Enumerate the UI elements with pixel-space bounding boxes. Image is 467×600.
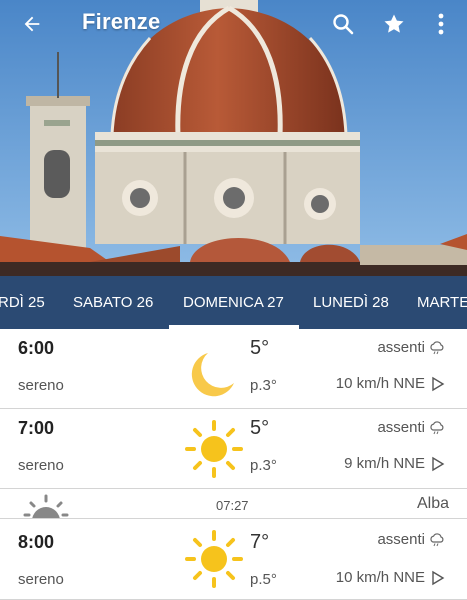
sunrise-icon	[23, 494, 69, 518]
hour-condition: sereno	[18, 457, 64, 474]
hour-row[interactable]: 6:00 sereno 5° p.3° assenti 10 km/h NNE	[0, 329, 467, 409]
wind-value: 10 km/h NNE	[335, 569, 425, 586]
more-options-button[interactable]	[425, 8, 457, 40]
tab-domenica-27[interactable]: DOMENICA 27	[183, 276, 284, 329]
favorite-button[interactable]	[378, 8, 410, 40]
hour-time: 8:00	[18, 532, 55, 552]
hour-wind: 9 km/h NNE	[344, 455, 445, 472]
sun-icon	[185, 530, 243, 588]
app-toolbar: Firenze	[0, 0, 467, 48]
wind-value: 9 km/h NNE	[344, 455, 425, 472]
hour-time: 6:00	[18, 338, 55, 358]
page-title: Firenze	[82, 9, 161, 34]
hour-temperature: 7°	[250, 531, 270, 553]
hour-condition: sereno	[18, 571, 64, 588]
search-icon	[333, 14, 354, 35]
rain-cloud-icon	[430, 532, 444, 546]
hour-precipitation: assenti	[377, 339, 445, 356]
hour-perceived: p.3°	[250, 457, 277, 474]
tab-martedi[interactable]: MARTE	[417, 276, 467, 329]
wind-direction-icon	[432, 570, 445, 585]
hour-precipitation: assenti	[377, 531, 445, 548]
hour-wind: 10 km/h NNE	[336, 569, 445, 586]
search-button[interactable]	[327, 8, 359, 40]
hour-perceived: p.5°	[250, 571, 277, 588]
wind-direction-icon	[432, 456, 445, 471]
back-button[interactable]	[16, 8, 48, 40]
tab-sabato-26[interactable]: SABATO 26	[73, 276, 153, 329]
rain-cloud-icon	[430, 340, 444, 354]
tab-venerdi-25[interactable]: RDÌ 25	[0, 276, 45, 329]
moon-icon	[191, 353, 234, 397]
hour-condition: sereno	[18, 377, 64, 394]
tab-lunedi-28[interactable]: LUNEDÌ 28	[313, 276, 389, 329]
sunrise-row: 07:27 Alba	[0, 489, 467, 519]
hour-temperature: 5°	[250, 337, 270, 359]
precip-value: assenti	[377, 419, 425, 436]
hour-precipitation: assenti	[377, 419, 445, 436]
hour-row[interactable]: 7:00 sereno 5° p.3° assenti 9 km/h NNE	[0, 409, 467, 489]
sunrise-label: Alba	[416, 495, 449, 512]
star-icon	[384, 14, 404, 33]
wind-direction-icon	[432, 376, 445, 391]
back-arrow-icon	[24, 16, 40, 32]
more-vert-icon	[438, 13, 444, 35]
precip-value: assenti	[377, 531, 425, 548]
hour-temperature: 5°	[250, 417, 270, 439]
hour-time: 7:00	[18, 418, 55, 438]
sunrise-time: 07:27	[216, 498, 249, 513]
hour-perceived: p.3°	[250, 377, 277, 394]
wind-value: 10 km/h NNE	[335, 375, 425, 392]
day-tabs: RDÌ 25 SABATO 26 DOMENICA 27 LUNEDÌ 28 M…	[0, 276, 467, 329]
sun-icon	[185, 420, 243, 478]
precip-value: assenti	[377, 339, 425, 356]
rain-cloud-icon	[430, 420, 444, 434]
hour-wind: 10 km/h NNE	[336, 375, 445, 392]
hour-row[interactable]: 8:00 sereno 7° p.5° assenti 10 km/h NNE	[0, 519, 467, 600]
